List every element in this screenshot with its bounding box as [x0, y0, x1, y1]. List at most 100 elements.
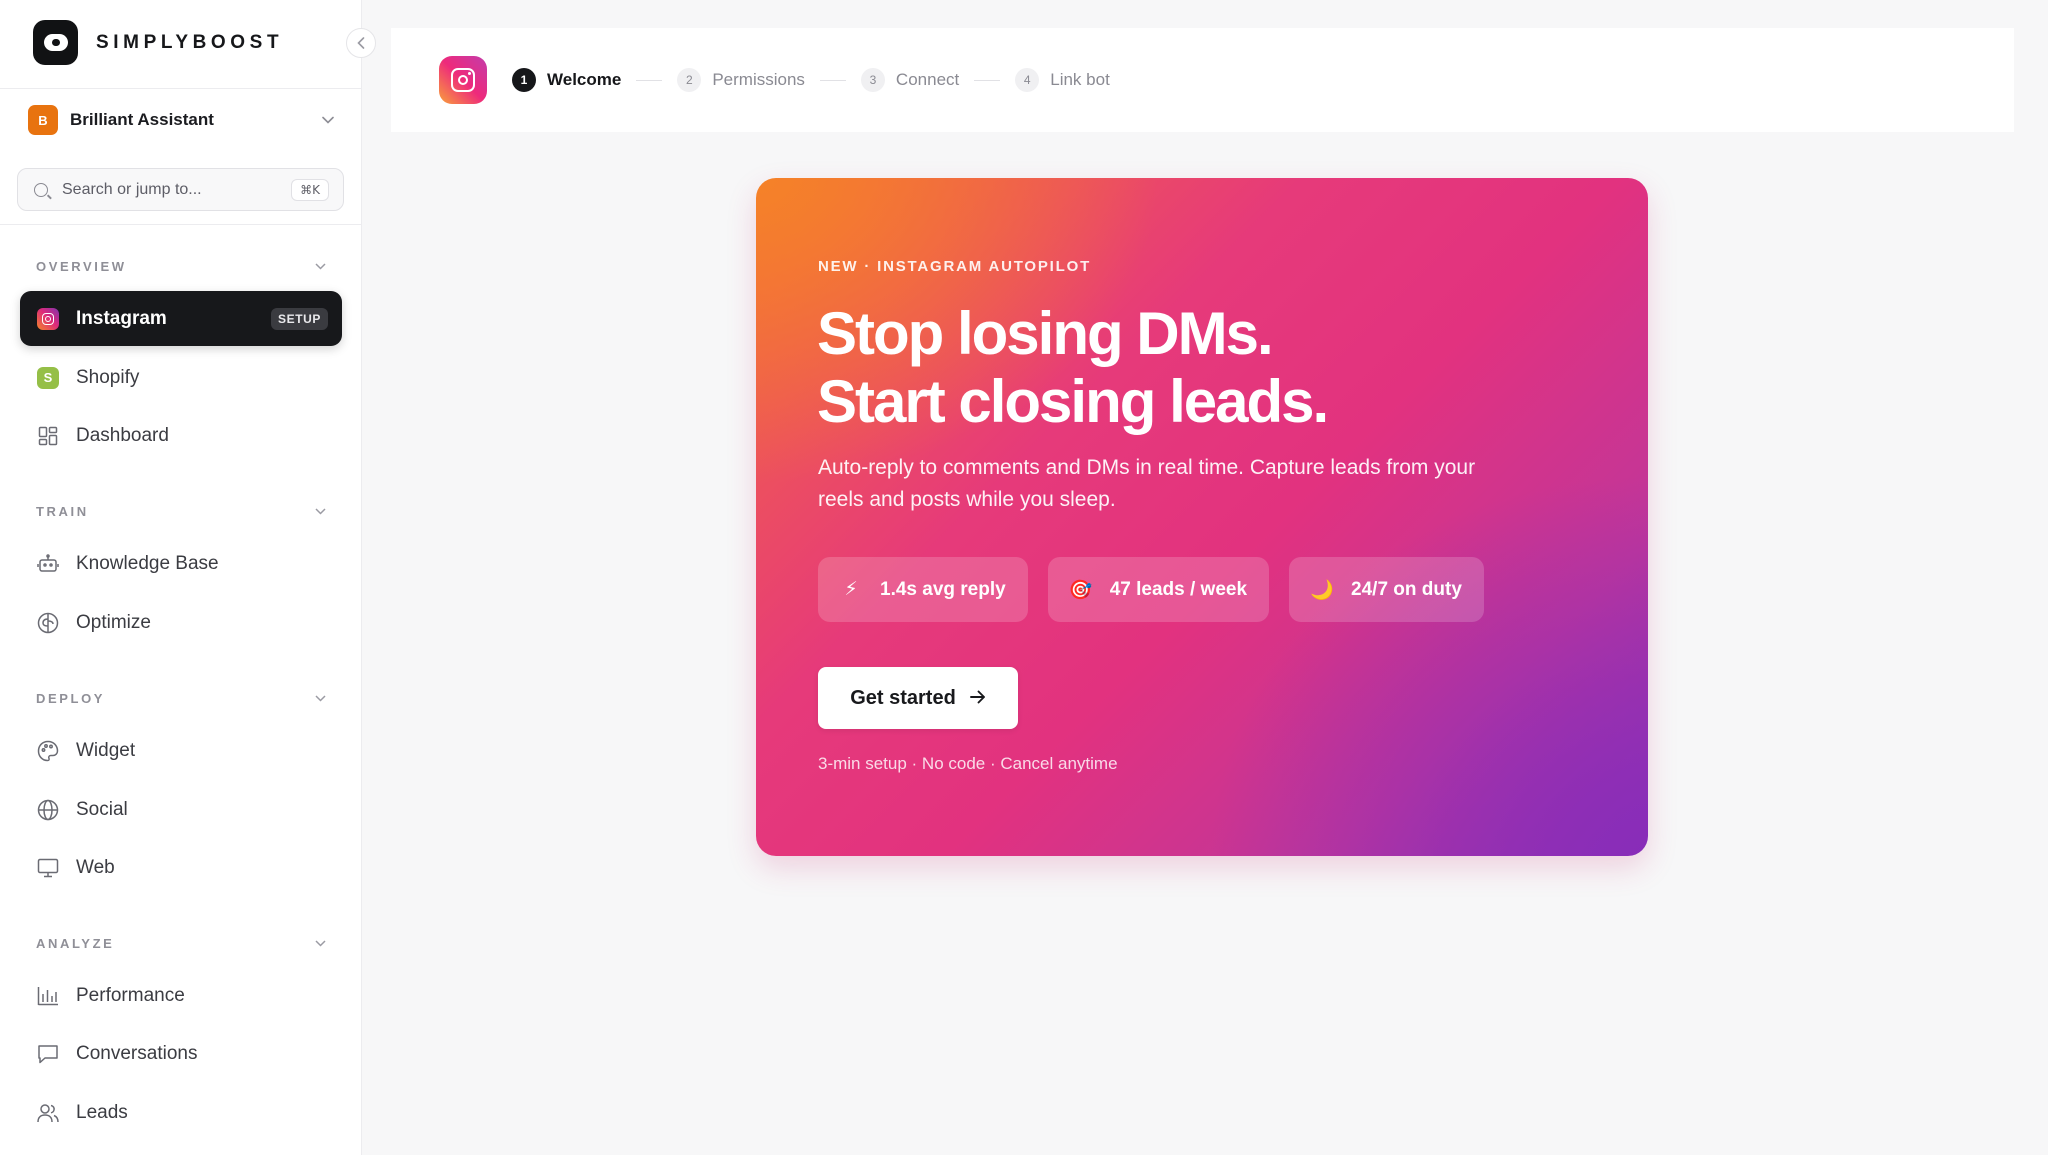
sidebar-item-label: Instagram: [76, 307, 167, 329]
globe-icon: [36, 798, 60, 822]
sidebar-item-dashboard[interactable]: Dashboard: [20, 408, 342, 463]
sidebar-item-performance[interactable]: Performance: [20, 968, 342, 1023]
chevron-left-icon: [357, 37, 365, 49]
sidebar-item-label: Leads: [76, 1101, 128, 1123]
chevron-down-icon: [315, 938, 326, 950]
stat-chips: ⚡ 1.4s avg reply 🎯 47 leads / week 🌙 24/…: [818, 557, 1504, 622]
grid-icon: [36, 424, 60, 448]
workspace-name: Brilliant Assistant: [70, 110, 214, 129]
stat-chip-leads: 🎯 47 leads / week: [1047, 557, 1270, 622]
sidebar-item-label: Performance: [76, 984, 185, 1006]
sidebar-item-optimize[interactable]: Optimize: [20, 595, 342, 650]
hero-title-line-1: Stop losing DMs.: [817, 300, 1274, 367]
search-icon: [34, 182, 48, 197]
section-analyze[interactable]: ANALYZE: [36, 936, 326, 951]
sidebar-item-leads[interactable]: Leads: [20, 1085, 342, 1140]
sidebar-item-web[interactable]: Web: [20, 840, 342, 895]
sidebar-item-label: Optimize: [76, 611, 151, 633]
stat-chip-uptime: 🌙 24/7 on duty: [1289, 557, 1484, 622]
step-separator: [636, 79, 663, 81]
step-link-bot[interactable]: 4 Link bot: [1015, 68, 1110, 92]
search-placeholder: Search or jump to...: [62, 180, 202, 198]
search-shortcut: ⌘K: [291, 178, 329, 201]
chevron-down-icon: [322, 113, 334, 127]
bar-chart-icon: [36, 984, 60, 1008]
monitor-icon: [36, 856, 60, 880]
sidebar-item-label: Social: [76, 798, 128, 820]
shopify-icon: S: [36, 366, 60, 390]
target-icon: 🎯: [1068, 579, 1093, 601]
hero-subtitle: Auto-reply to comments and DMs in real t…: [818, 456, 1476, 511]
setup-badge: SETUP: [270, 307, 328, 330]
step-label: Connect: [895, 70, 960, 89]
arrow-right-icon: [969, 687, 986, 710]
moon-icon: 🌙: [1310, 579, 1334, 601]
step-label: Link bot: [1050, 70, 1110, 89]
instagram-icon: [439, 56, 487, 104]
step-number: 3: [860, 68, 885, 92]
chevron-down-icon: [315, 261, 326, 273]
sidebar-item-conversations[interactable]: Conversations: [20, 1026, 342, 1081]
brain-icon: [36, 611, 60, 635]
brand-logo-icon: [33, 20, 78, 65]
section-analyze-label: ANALYZE: [36, 936, 115, 951]
hero-footnote: 3-min setup · No code · Cancel anytime: [818, 754, 1118, 773]
sidebar-item-shopify[interactable]: S Shopify: [20, 350, 342, 405]
step-separator: [974, 79, 1001, 81]
chevron-down-icon: [315, 693, 326, 705]
step-separator: [819, 79, 846, 81]
step-label: Welcome: [547, 70, 622, 89]
workspace-switcher[interactable]: B Brilliant Assistant: [28, 105, 334, 135]
step-connect[interactable]: 3 Connect: [860, 68, 960, 92]
instagram-icon: [36, 307, 60, 331]
stat-chip-label: 24/7 on duty: [1351, 578, 1462, 600]
hero-eyebrow: NEW · INSTAGRAM AUTOPILOT: [818, 258, 1092, 275]
step-number: 4: [1015, 68, 1040, 92]
workspace-avatar: B: [28, 105, 58, 135]
step-permissions[interactable]: 2 Permissions: [677, 68, 805, 92]
section-overview-label: OVERVIEW: [36, 259, 127, 274]
divider: [0, 88, 362, 89]
search-input[interactable]: Search or jump to... ⌘K: [17, 168, 344, 211]
palette-icon: [36, 739, 60, 763]
hero-title: Stop losing DMs. Start closing leads.: [817, 300, 1329, 436]
users-icon: [36, 1101, 60, 1125]
sidebar-item-social[interactable]: Social: [20, 782, 342, 837]
hero-card: NEW · INSTAGRAM AUTOPILOT Stop losing DM…: [756, 178, 1648, 856]
brand[interactable]: SIMPLYBOOST: [33, 20, 283, 65]
step-welcome[interactable]: 1 Welcome: [512, 68, 621, 92]
sidebar-item-label: Knowledge Base: [76, 552, 219, 574]
stat-chip-label: 1.4s avg reply: [880, 578, 1006, 600]
sidebar-item-label: Shopify: [76, 366, 140, 388]
chat-icon: [36, 1042, 60, 1066]
divider: [0, 224, 362, 225]
sidebar: SIMPLYBOOST B Brilliant Assistant Search…: [0, 0, 362, 1155]
sidebar-item-widget[interactable]: Widget: [20, 723, 342, 778]
step-number: 1: [512, 68, 536, 92]
get-started-button[interactable]: Get started: [818, 667, 1018, 729]
section-train-label: TRAIN: [36, 504, 89, 519]
get-started-label: Get started: [850, 686, 956, 709]
stepper: 1 Welcome 2 Permissions 3 Connect 4 Link…: [512, 68, 1110, 92]
brand-name: SIMPLYBOOST: [96, 31, 284, 53]
sidebar-item-label: Widget: [76, 739, 136, 761]
stat-chip-reply-time: ⚡ 1.4s avg reply: [818, 557, 1028, 622]
section-deploy-label: DEPLOY: [36, 691, 106, 706]
hero-title-line-2: Start closing leads.: [817, 368, 1329, 435]
stat-chip-label: 47 leads / week: [1109, 578, 1248, 600]
section-train[interactable]: TRAIN: [36, 504, 326, 519]
collapse-sidebar-button[interactable]: [346, 28, 376, 58]
sidebar-item-label: Web: [76, 856, 115, 878]
sidebar-item-knowledge-base[interactable]: Knowledge Base: [20, 536, 342, 591]
step-label: Permissions: [712, 70, 805, 89]
sidebar-item-instagram[interactable]: Instagram SETUP: [20, 291, 342, 346]
section-overview[interactable]: OVERVIEW: [36, 259, 326, 274]
robot-icon: [36, 552, 60, 576]
section-deploy[interactable]: DEPLOY: [36, 691, 326, 706]
onboarding-header: 1 Welcome 2 Permissions 3 Connect 4 Link…: [391, 28, 2014, 132]
chevron-down-icon: [315, 506, 326, 518]
sidebar-item-label: Conversations: [76, 1042, 198, 1064]
lightning-icon: ⚡: [844, 579, 858, 600]
sidebar-item-label: Dashboard: [76, 424, 169, 446]
step-number: 2: [677, 68, 702, 92]
